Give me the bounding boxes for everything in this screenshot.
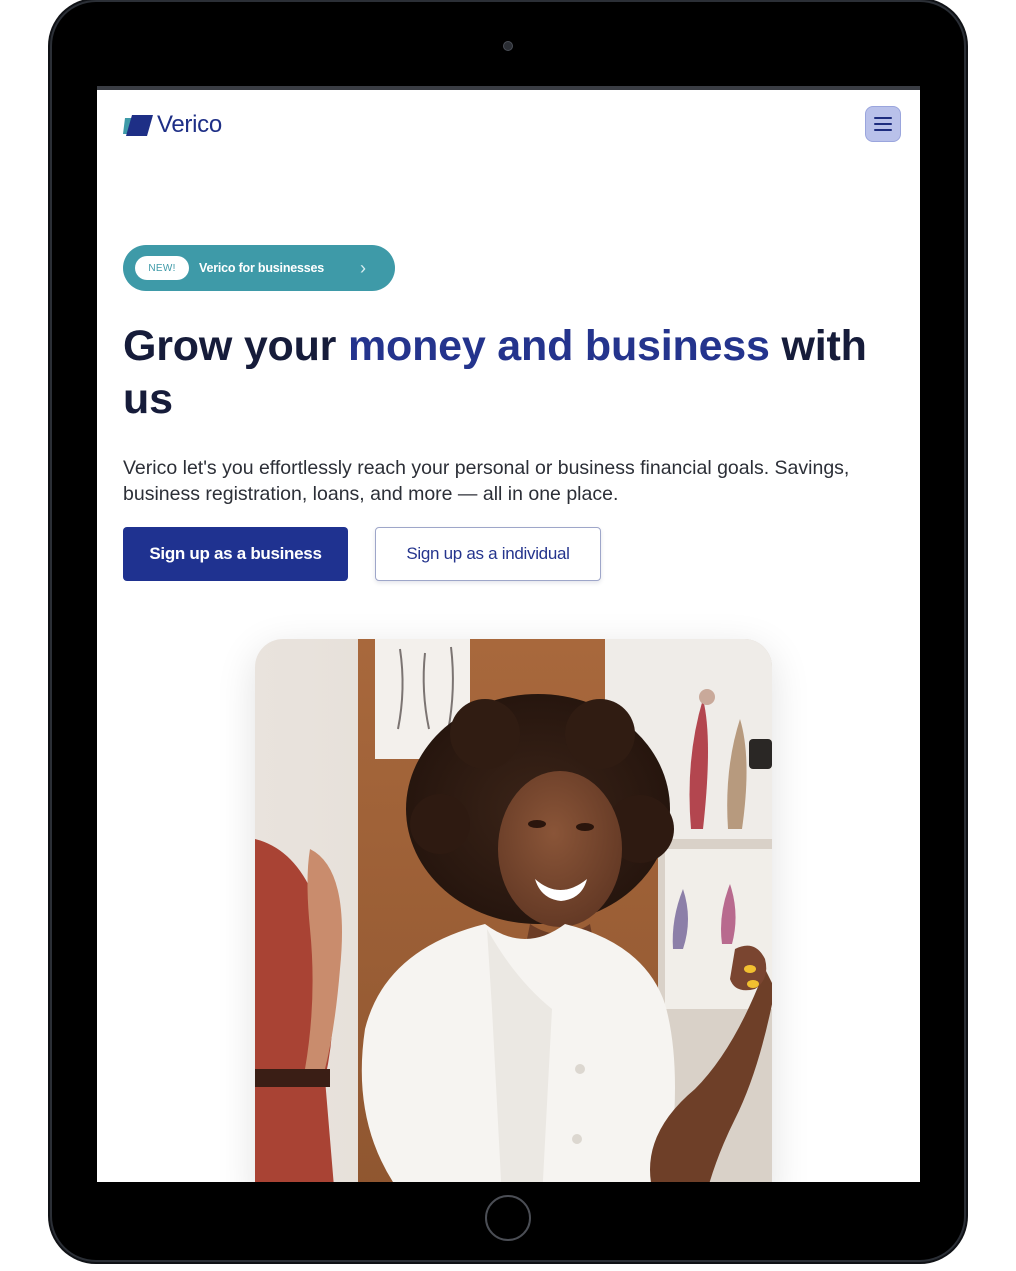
brand-logo[interactable]: Verico — [123, 111, 222, 139]
smiling-woman-photo — [255, 639, 772, 1182]
chevron-right-icon: › — [360, 258, 367, 278]
signup-individual-button[interactable]: Sign up as a individual — [375, 527, 601, 581]
screen-top-edge — [97, 86, 920, 90]
screen: Verico NEW! Verico for businesses › Grow… — [97, 86, 920, 1182]
hamburger-menu-icon[interactable] — [865, 106, 901, 142]
brand-name: Verico — [157, 111, 222, 138]
headline-accent: money and business — [347, 322, 770, 370]
badge-tag: NEW! — [135, 256, 189, 280]
badge-label: Verico for businesses — [199, 261, 325, 275]
page-title: Grow your money and business with us — [123, 320, 903, 426]
headline-part1: Grow your — [123, 322, 348, 370]
signup-business-button[interactable]: Sign up as a business — [123, 527, 348, 581]
camera-icon — [503, 41, 513, 51]
tablet-frame: Verico NEW! Verico for businesses › Grow… — [52, 2, 964, 1260]
hero-description: Verico let's you effortlessly reach your… — [123, 457, 850, 505]
hero-image — [255, 639, 772, 1182]
home-button[interactable] — [485, 1195, 531, 1241]
new-feature-badge[interactable]: NEW! Verico for businesses › — [123, 245, 395, 291]
logo-mark-icon — [123, 115, 153, 136]
